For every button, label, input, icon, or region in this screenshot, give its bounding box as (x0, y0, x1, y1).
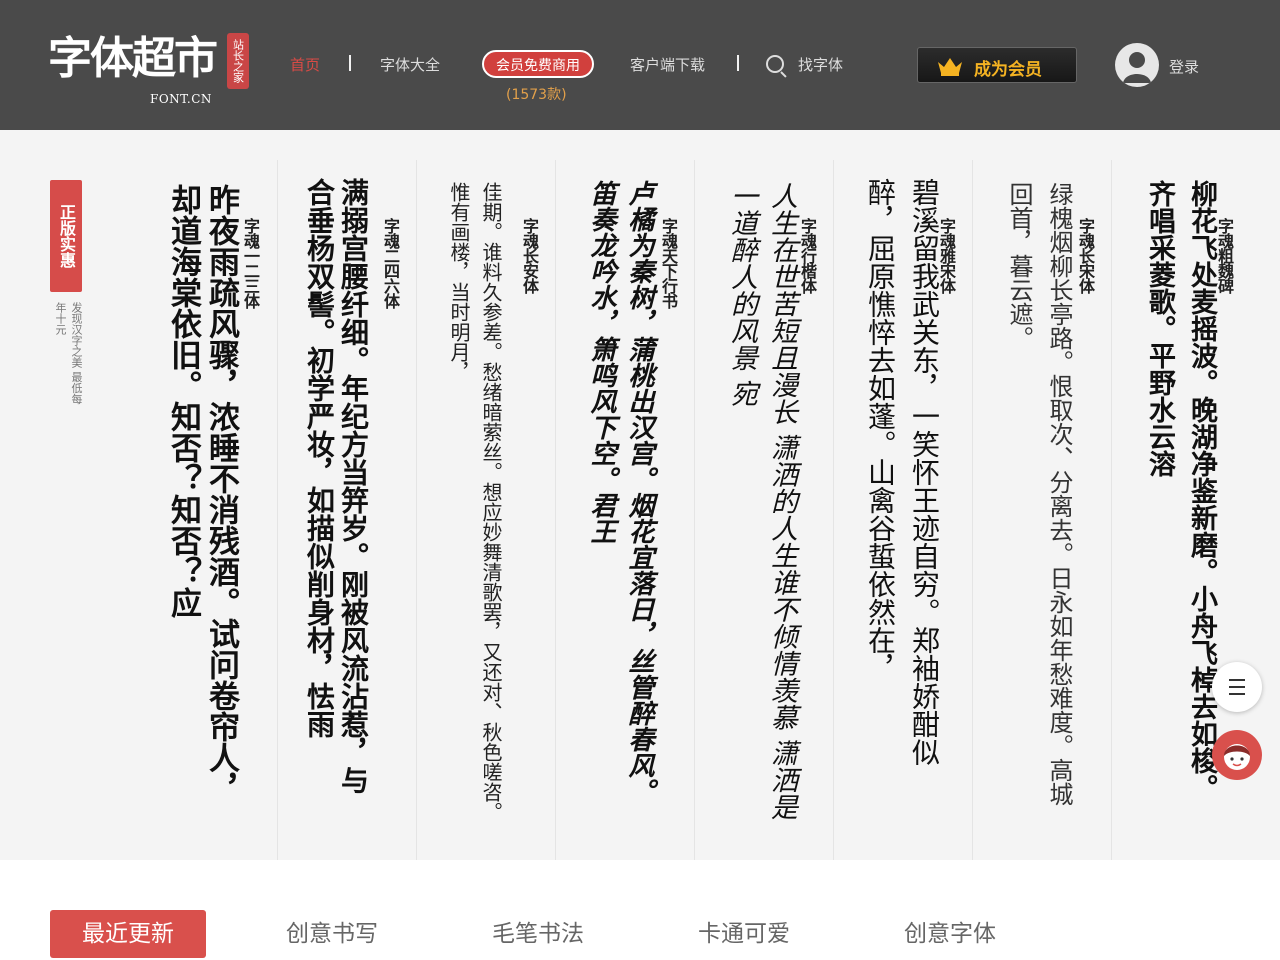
font-sample-text: 绿槐烟柳长亭路。恨取次、分离去。日永如年愁难度。高城回首，暮云遮。 (1005, 182, 1073, 806)
logo-title: 字体超市 (48, 33, 218, 84)
font-showcase: 正版实惠 发现汉字之美 最低每年十元 字魂一二三体 昨夜雨疏风骤，浓睡不消残酒。… (0, 130, 1280, 860)
logo-stamp: 站长之家 (227, 33, 249, 89)
user-icon (1123, 52, 1151, 83)
font-card[interactable]: 字魂一二三体 昨夜雨疏风骤，浓睡不消残酒。试问卷帘人，却道海棠依旧。知否？知否？… (138, 160, 278, 860)
promo-tag: 正版实惠 (50, 180, 82, 292)
font-sample-text: 佳期。谁料久参差。愁绪暗萦丝。想应妙舞清歌罢，又还对、秋色嗟咨。惟有画楼，当时明… (447, 182, 503, 822)
tab-cartoon-cute[interactable]: 卡通可爱 (698, 910, 790, 958)
search-icon (766, 55, 784, 73)
nav-client-download[interactable]: 客户端下载 (630, 54, 705, 75)
font-card[interactable]: 字魂长宋体 绿槐烟柳长亭路。恨取次、分离去。日永如年愁难度。高城回首，暮云遮。 (972, 160, 1112, 860)
top-header: 字体超市 站长之家 FONT.CN 首页 字体大全 会员免费商用 (1573款)… (0, 0, 1280, 130)
nav-font-library[interactable]: 字体大全 (380, 54, 440, 75)
nav-divider (349, 55, 351, 71)
nav-divider (737, 55, 739, 71)
menu-icon (1229, 679, 1245, 681)
become-member-button[interactable]: 成为会员 (917, 47, 1077, 83)
font-name: 字魂长安体 (520, 218, 539, 293)
customer-service-button[interactable] (1212, 730, 1262, 780)
login-link[interactable]: 登录 (1169, 56, 1199, 77)
avatar[interactable] (1115, 43, 1159, 87)
tab-brush-calligraphy[interactable]: 毛笔书法 (492, 910, 584, 958)
tab-creative-fonts[interactable]: 创意字体 (904, 910, 996, 958)
promo-description: 发现汉字之美 最低每年十元 (54, 302, 83, 405)
font-sample-text: 满搦宫腰纤细。年纪方当笄岁。刚被风流沾惹，与合垂杨双髻。初学严妆，如描似削身材，… (303, 178, 370, 794)
font-name: 字魂二四六体 (381, 218, 400, 308)
font-card[interactable]: 字魂长安体 佳期。谁料久参差。愁绪暗萦丝。想应妙舞清歌罢，又还对、秋色嗟咨。惟有… (416, 160, 556, 860)
become-member-label: 成为会员 (974, 60, 1042, 80)
font-card[interactable]: 字魂雅宋体 碧溪留我武关东，一笑怀王迹自穷。郑袖娇酣似醉，屈原憔悴去如蓬。山禽谷… (833, 160, 973, 860)
menu-button[interactable] (1212, 662, 1262, 712)
logo-domain: FONT.CN (150, 92, 212, 106)
site-logo[interactable]: 字体超市 站长之家 FONT.CN (48, 24, 258, 114)
service-avatar-icon (1224, 744, 1250, 770)
tab-creative-writing[interactable]: 创意书写 (286, 910, 378, 958)
font-card[interactable]: 字魂天下行书 卢橘为秦树，蒲桃出汉宫。烟花宜落日，丝管醉春风。笛奏龙吟水，箫鸣风… (555, 160, 695, 860)
font-sample-text: 卢橘为秦树，蒲桃出汉宫。烟花宜落日，丝管醉春风。笛奏龙吟水，箫鸣风下空。君王 (586, 180, 654, 804)
font-sample-text: 碧溪留我武关东，一笑怀王迹自穷。郑袖娇酣似醉，屈原憔悴去如蓬。山禽谷蜇依然在， (864, 178, 941, 766)
font-name: 字魂天下行书 (659, 218, 678, 308)
nav-home[interactable]: 首页 (290, 54, 320, 75)
menu-icon (1229, 693, 1245, 695)
search-label: 找字体 (798, 56, 844, 74)
font-sample-text: 昨夜雨疏风骤，浓睡不消残酒。试问卷帘人，却道海棠依旧。知否？知否？应 (165, 184, 239, 804)
vip-free-count: (1573款) (506, 87, 567, 103)
crown-icon (938, 58, 962, 76)
font-card[interactable]: 字魂行楷体 人生在世苦短且漫长 潇洒的人生谁不倾情羡慕 潇洒是一道醉人的风景 宛 (694, 160, 834, 860)
tab-recent-updates[interactable]: 最近更新 (50, 910, 206, 958)
vip-free-commercial-button[interactable]: 会员免费商用 (482, 50, 594, 78)
font-name: 字魂一二三体 (241, 218, 260, 308)
font-sample-text: 人生在世苦短且漫长 潇洒的人生谁不倾情羡慕 潇洒是一道醉人的风景 宛 (726, 182, 797, 821)
font-sample-text: 柳花飞处麦摇波。晚湖净鉴新磨。小舟飞棹去如梭。齐唱采菱歌。平野水云溶 (1144, 180, 1217, 801)
menu-icon (1229, 686, 1245, 688)
font-card[interactable]: 字魂二四六体 满搦宫腰纤细。年纪方当笄岁。刚被风流沾惹，与合垂杨双髻。初学严妆，… (277, 160, 417, 860)
